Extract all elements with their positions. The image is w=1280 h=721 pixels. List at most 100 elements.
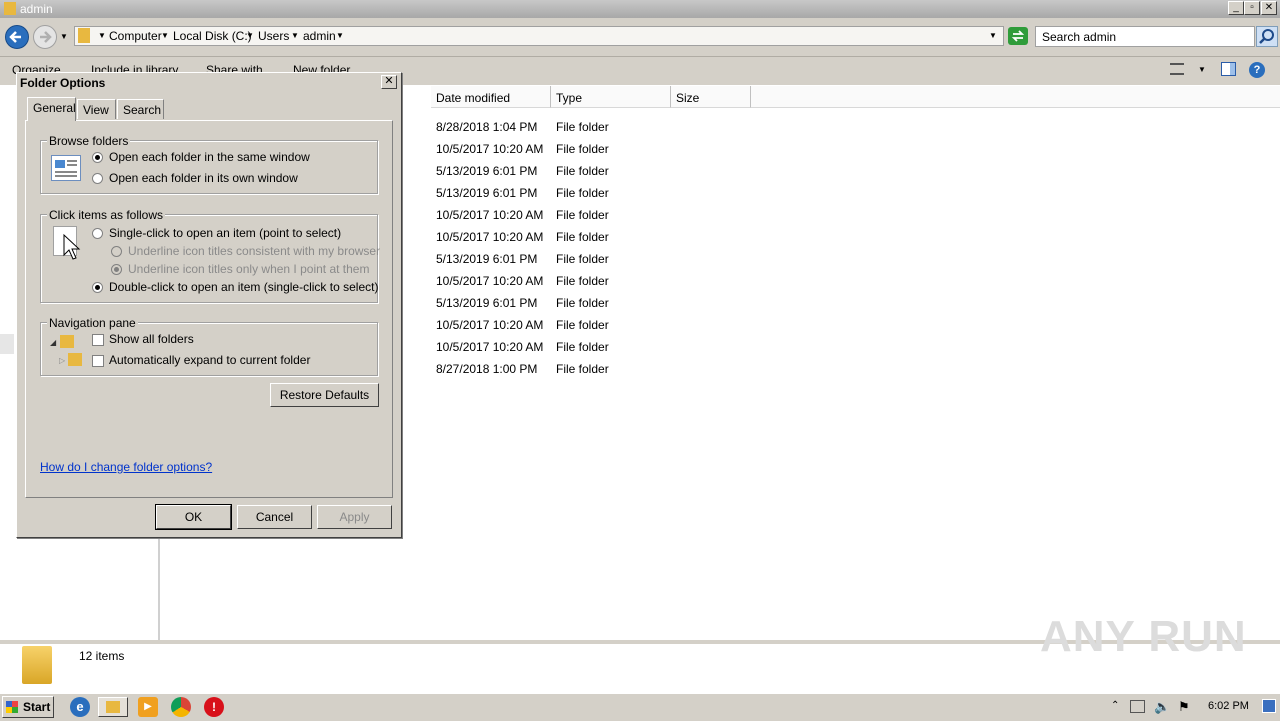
expanded-triangle-icon: ◢ xyxy=(50,338,57,347)
table-row[interactable]: 10/5/2017 10:20 AM File folder xyxy=(436,335,1136,357)
type-cell: File folder xyxy=(556,274,609,288)
folder-icon xyxy=(106,701,120,713)
show-desktop-button[interactable] xyxy=(1262,699,1276,713)
same-window-label[interactable]: Open each folder in the same window xyxy=(109,150,310,164)
opera-icon[interactable]: ! xyxy=(204,697,224,717)
search-button[interactable] xyxy=(1256,26,1278,47)
table-row[interactable]: 10/5/2017 10:20 AM File folder xyxy=(436,269,1136,291)
forward-button[interactable] xyxy=(33,25,57,49)
search-icon xyxy=(1259,29,1274,44)
volume-icon[interactable]: 🔈 xyxy=(1154,699,1170,715)
table-row[interactable]: 10/5/2017 10:20 AM File folder xyxy=(436,313,1136,335)
tab-search[interactable]: Search xyxy=(117,99,164,119)
show-all-folders-label[interactable]: Show all folders xyxy=(109,332,194,346)
media-player-icon[interactable]: ▶ xyxy=(138,697,158,717)
window-title-bar[interactable]: admin _ ▫ ✕ xyxy=(0,0,1280,18)
table-row[interactable]: 10/5/2017 10:20 AM File folder xyxy=(436,137,1136,159)
own-window-label[interactable]: Open each folder in its own window xyxy=(109,171,298,185)
table-row[interactable]: 10/5/2017 10:20 AM File folder xyxy=(436,203,1136,225)
tab-view[interactable]: View xyxy=(77,99,116,119)
apply-button[interactable]: Apply xyxy=(317,505,392,529)
date-modified-cell: 5/13/2019 6:01 PM xyxy=(436,164,538,178)
explorer-taskbar-button[interactable] xyxy=(98,697,128,717)
preview-pane-icon[interactable] xyxy=(1221,62,1236,76)
table-row[interactable]: 5/13/2019 6:01 PM File folder xyxy=(436,159,1136,181)
cancel-button[interactable]: Cancel xyxy=(237,505,312,529)
breadcrumb-local-disk[interactable]: Local Disk (C:) xyxy=(173,29,252,43)
single-click-radio[interactable] xyxy=(92,228,103,239)
chevron-down-icon[interactable]: ▼ xyxy=(98,31,106,40)
taskbar-clock[interactable]: 6:02 PM xyxy=(1208,700,1249,712)
view-options-icon[interactable] xyxy=(1170,63,1184,75)
chevron-down-icon[interactable]: ▼ xyxy=(1198,65,1206,74)
same-window-radio[interactable] xyxy=(92,152,103,163)
chevron-down-icon[interactable]: ▼ xyxy=(291,31,299,40)
double-click-radio[interactable] xyxy=(92,282,103,293)
table-row[interactable]: 10/5/2017 10:20 AM File folder xyxy=(436,225,1136,247)
own-window-radio[interactable] xyxy=(92,173,103,184)
chevron-down-icon[interactable]: ▼ xyxy=(161,31,169,40)
chrome-icon[interactable] xyxy=(171,697,191,717)
date-modified-cell: 10/5/2017 10:20 AM xyxy=(436,208,544,222)
underline-browser-label[interactable]: Underline icon titles consistent with my… xyxy=(128,244,380,258)
maximize-button[interactable]: ▫ xyxy=(1244,1,1260,15)
show-all-folders-checkbox[interactable] xyxy=(92,334,104,346)
minimize-button[interactable]: _ xyxy=(1228,1,1244,15)
help-icon[interactable]: ? xyxy=(1249,62,1265,78)
address-history-chevron-icon[interactable]: ▼ xyxy=(989,31,997,40)
forward-arrow-icon xyxy=(40,31,52,43)
restore-defaults-button[interactable]: Restore Defaults xyxy=(270,383,379,407)
navigation-pane-group xyxy=(40,322,378,376)
auto-expand-label[interactable]: Automatically expand to current folder xyxy=(109,353,310,367)
action-center-flag-icon[interactable]: ⚑ xyxy=(1178,699,1190,715)
browse-folders-picture-icon xyxy=(51,155,81,181)
column-header-type[interactable]: Type xyxy=(551,86,671,108)
tab-general[interactable]: General xyxy=(27,97,76,121)
underline-point-radio[interactable] xyxy=(111,264,122,275)
double-click-label[interactable]: Double-click to open an item (single-cli… xyxy=(109,280,378,294)
table-row[interactable]: 5/13/2019 6:01 PM File folder xyxy=(436,181,1136,203)
start-button[interactable]: Start xyxy=(2,696,54,718)
underline-point-label[interactable]: Underline icon titles only when I point … xyxy=(128,262,369,276)
type-cell: File folder xyxy=(556,340,609,354)
column-header-size[interactable]: Size xyxy=(671,86,751,108)
search-input[interactable]: Search admin xyxy=(1035,26,1255,47)
taskbar xyxy=(0,693,1280,721)
date-modified-cell: 10/5/2017 10:20 AM xyxy=(436,142,544,156)
auto-expand-checkbox[interactable] xyxy=(92,355,104,367)
table-row[interactable]: 5/13/2019 6:01 PM File folder xyxy=(436,291,1136,313)
chevron-down-icon[interactable]: ▼ xyxy=(336,31,344,40)
type-cell: File folder xyxy=(556,230,609,244)
back-button[interactable] xyxy=(5,25,29,49)
close-button[interactable]: ✕ xyxy=(1261,1,1277,15)
back-arrow-icon xyxy=(9,31,21,43)
table-row[interactable]: 8/27/2018 1:00 PM File folder xyxy=(436,357,1136,379)
column-header-filler xyxy=(751,86,1280,108)
click-items-picture-icon xyxy=(53,226,81,260)
date-modified-cell: 5/13/2019 6:01 PM xyxy=(436,186,538,200)
collapsed-triangle-icon: ▷ xyxy=(59,356,66,365)
browse-folders-label: Browse folders xyxy=(47,134,131,148)
chevron-down-icon[interactable]: ▼ xyxy=(246,31,254,40)
show-hidden-icons-chevron-icon[interactable]: ⌃ xyxy=(1111,700,1119,711)
breadcrumb-admin[interactable]: admin xyxy=(303,29,336,43)
single-click-label[interactable]: Single-click to open an item (point to s… xyxy=(109,226,341,240)
date-modified-cell: 8/28/2018 1:04 PM xyxy=(436,120,538,134)
help-link[interactable]: How do I change folder options? xyxy=(40,460,212,474)
dialog-close-button[interactable]: ✕ xyxy=(381,75,397,89)
browse-folders-group xyxy=(40,140,378,194)
table-row[interactable]: 8/28/2018 1:04 PM File folder xyxy=(436,115,1136,137)
recent-pages-chevron-icon[interactable]: ▼ xyxy=(60,32,68,41)
refresh-button[interactable] xyxy=(1008,27,1028,45)
underline-browser-radio[interactable] xyxy=(111,246,122,257)
internet-explorer-icon[interactable]: e xyxy=(70,697,90,717)
nav-scroll-marker xyxy=(0,334,14,354)
network-icon[interactable] xyxy=(1130,700,1145,713)
column-header-date-modified[interactable]: Date modified xyxy=(431,86,551,108)
type-cell: File folder xyxy=(556,296,609,310)
breadcrumb-users[interactable]: Users xyxy=(258,29,289,43)
ok-button[interactable]: OK xyxy=(155,504,232,530)
date-modified-cell: 10/5/2017 10:20 AM xyxy=(436,230,544,244)
breadcrumb-computer[interactable]: Computer xyxy=(109,29,162,43)
table-row[interactable]: 5/13/2019 6:01 PM File folder xyxy=(436,247,1136,269)
